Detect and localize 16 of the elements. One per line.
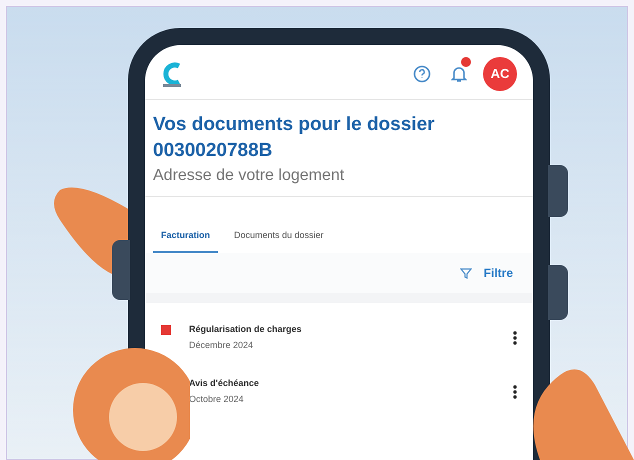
logo-icon: [161, 61, 183, 87]
document-date: Décembre 2024: [189, 339, 254, 352]
filter-icon: [460, 266, 472, 278]
help-icon[interactable]: [413, 65, 431, 83]
avatar[interactable]: AC: [483, 57, 517, 91]
document-title[interactable]: Avis d'échéance: [189, 376, 513, 390]
filter-button[interactable]: Filtre: [460, 264, 513, 282]
tab[interactable]: Documents du dossier: [226, 229, 332, 252]
page-title: 0030020788B: [153, 139, 274, 163]
more-icon[interactable]: [513, 384, 517, 398]
more-icon[interactable]: [513, 330, 517, 344]
bell-icon[interactable]: [451, 65, 467, 83]
subtitle: Adresse de votre logement: [153, 166, 346, 186]
page-title: Vos documents pour le dossier: [153, 113, 436, 137]
document-date: Octobre 2024: [189, 393, 245, 406]
document-title[interactable]: Régularisation de charges: [189, 322, 513, 336]
